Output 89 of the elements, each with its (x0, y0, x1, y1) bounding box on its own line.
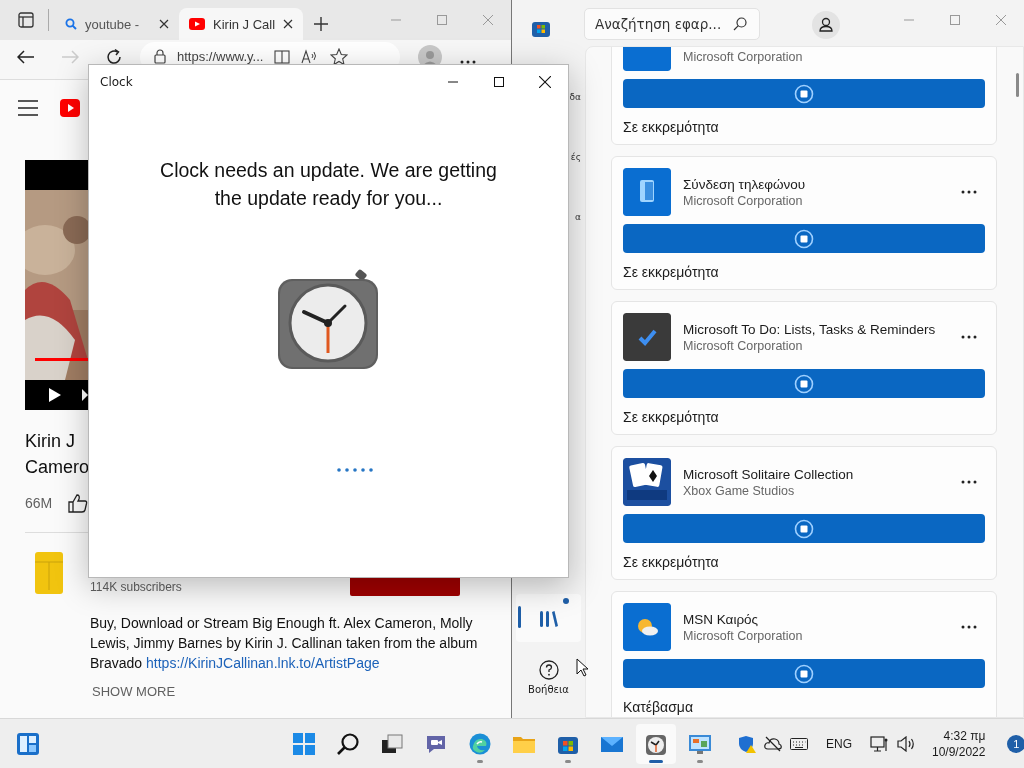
loading-dots-icon (336, 468, 375, 472)
more-icon[interactable] (961, 625, 977, 629)
library-nav-item[interactable] (516, 594, 581, 642)
taskbar-app-button[interactable] (636, 723, 676, 764)
notification-badge[interactable]: 1 (1007, 734, 1024, 753)
app-name: MSN Καιρός (683, 611, 760, 627)
app-name: Microsoft Solitaire Collection (683, 466, 855, 482)
shield-warning-icon[interactable] (738, 734, 756, 753)
volume-icon[interactable] (896, 735, 916, 752)
running-indicator (565, 759, 571, 763)
help-label: Βοήθεια (528, 683, 569, 695)
subscriber-count: 114K subscribers (90, 580, 182, 594)
stopwatch-icon (277, 269, 378, 369)
lock-icon (154, 49, 166, 64)
app-name: Σύνδεση τηλεφώνου (683, 176, 807, 192)
weather-icon (623, 603, 671, 651)
download-status: Σε εκκρεμότητα (623, 118, 720, 137)
tab-title: Kirin J Call (213, 16, 275, 32)
task-view-icon (380, 731, 404, 756)
browser-tab[interactable]: Kirin J Call (179, 8, 303, 40)
update-message: Clock needs an update. We are getting the update ready for you... (159, 158, 498, 211)
app-publisher: Microsoft Corporation (683, 193, 804, 208)
app-publisher: Xbox Game Studios (683, 483, 796, 498)
new-tab-icon[interactable] (314, 17, 328, 31)
app-name: Microsoft To Do: Lists, Tasks & Reminders (683, 321, 937, 337)
phone-icon (623, 168, 671, 216)
close-icon[interactable] (539, 76, 551, 88)
download-status: Σε εκκρεμότητα (623, 553, 720, 572)
cloud-off-icon[interactable] (764, 735, 782, 752)
search-icon (733, 17, 747, 31)
dialog-title: Clock (100, 75, 133, 89)
show-more-button[interactable]: SHOW MORE (92, 684, 480, 699)
close-icon[interactable] (159, 19, 169, 29)
close-icon[interactable] (283, 19, 293, 29)
play-logo-icon (189, 18, 205, 30)
browser-tab[interactable]: youtube - (55, 8, 179, 40)
download-status: Κατέβασμα (623, 698, 694, 717)
library-icon (538, 608, 559, 628)
video-title: Camero (25, 456, 90, 479)
clock-button[interactable]: 4:32 πμ 10/9/2022 (932, 727, 986, 760)
back-arrow-icon[interactable] (17, 49, 35, 64)
stop-icon (794, 83, 814, 104)
checkmark-icon (623, 313, 671, 361)
tab-panel-icon[interactable] (18, 12, 34, 28)
playing-cards-icon (623, 458, 671, 506)
account-icon[interactable] (812, 11, 840, 39)
search-icon (65, 18, 77, 30)
video-title: Kirin J (25, 430, 75, 453)
more-icon[interactable] (961, 335, 977, 339)
search-field[interactable]: Αναζήτηση εφαρ... (584, 8, 760, 40)
video-description: Buy, Download or Stream Big Enough ft. Alex Cameron, Molly Lewis, Jimmy Barnes by Kirin J. Callinan taken from the album Bravado https://KirinJCallinan.lnk.to/ArtistPage (90, 614, 479, 673)
view-count: 66M (25, 495, 53, 511)
app-publisher: Microsoft Corporation (683, 49, 804, 64)
help-icon (538, 659, 559, 680)
scrollbar-thumb[interactable] (1016, 73, 1019, 97)
app-publisher: Microsoft Corporation (683, 338, 804, 353)
widgets-icon[interactable] (16, 731, 40, 756)
help-nav-item[interactable]: Βοήθεια (512, 648, 585, 706)
stop-icon (794, 373, 814, 394)
thumbs-up-icon[interactable] (68, 493, 89, 513)
app-publisher: Microsoft Corporation (683, 628, 804, 643)
star-icon[interactable] (330, 47, 349, 66)
play-logo-icon[interactable] (60, 99, 80, 117)
keyboard-icon[interactable] (790, 737, 808, 750)
tab-title: youtube - (85, 16, 141, 32)
running-indicator (649, 759, 663, 763)
stop-icon (794, 663, 814, 684)
network-icon[interactable] (870, 734, 888, 753)
more-icon[interactable] (460, 60, 476, 64)
menu-icon[interactable] (18, 100, 38, 116)
running-indicator (697, 759, 703, 763)
video-player[interactable] (25, 160, 88, 410)
address-text: https://www.y... (177, 50, 264, 63)
more-icon[interactable] (961, 190, 977, 194)
more-icon[interactable] (961, 480, 977, 484)
refresh-icon[interactable] (105, 47, 123, 66)
stop-icon (794, 518, 814, 539)
download-status: Σε εκκρεμότητα (623, 263, 720, 282)
stop-icon (794, 228, 814, 249)
play-icon[interactable] (49, 388, 61, 402)
reader-view-icon[interactable] (274, 48, 291, 65)
description-link[interactable]: https://KirinJCallinan.lnk.to/ArtistPage (146, 655, 380, 671)
edge-icon (468, 731, 492, 756)
running-indicator (477, 759, 483, 763)
language-indicator[interactable]: ENG (826, 736, 852, 751)
download-status: Σε εκκρεμότητα (623, 408, 720, 427)
start-icon (292, 731, 316, 756)
maximize-icon[interactable] (494, 77, 504, 87)
search-icon (336, 731, 360, 756)
